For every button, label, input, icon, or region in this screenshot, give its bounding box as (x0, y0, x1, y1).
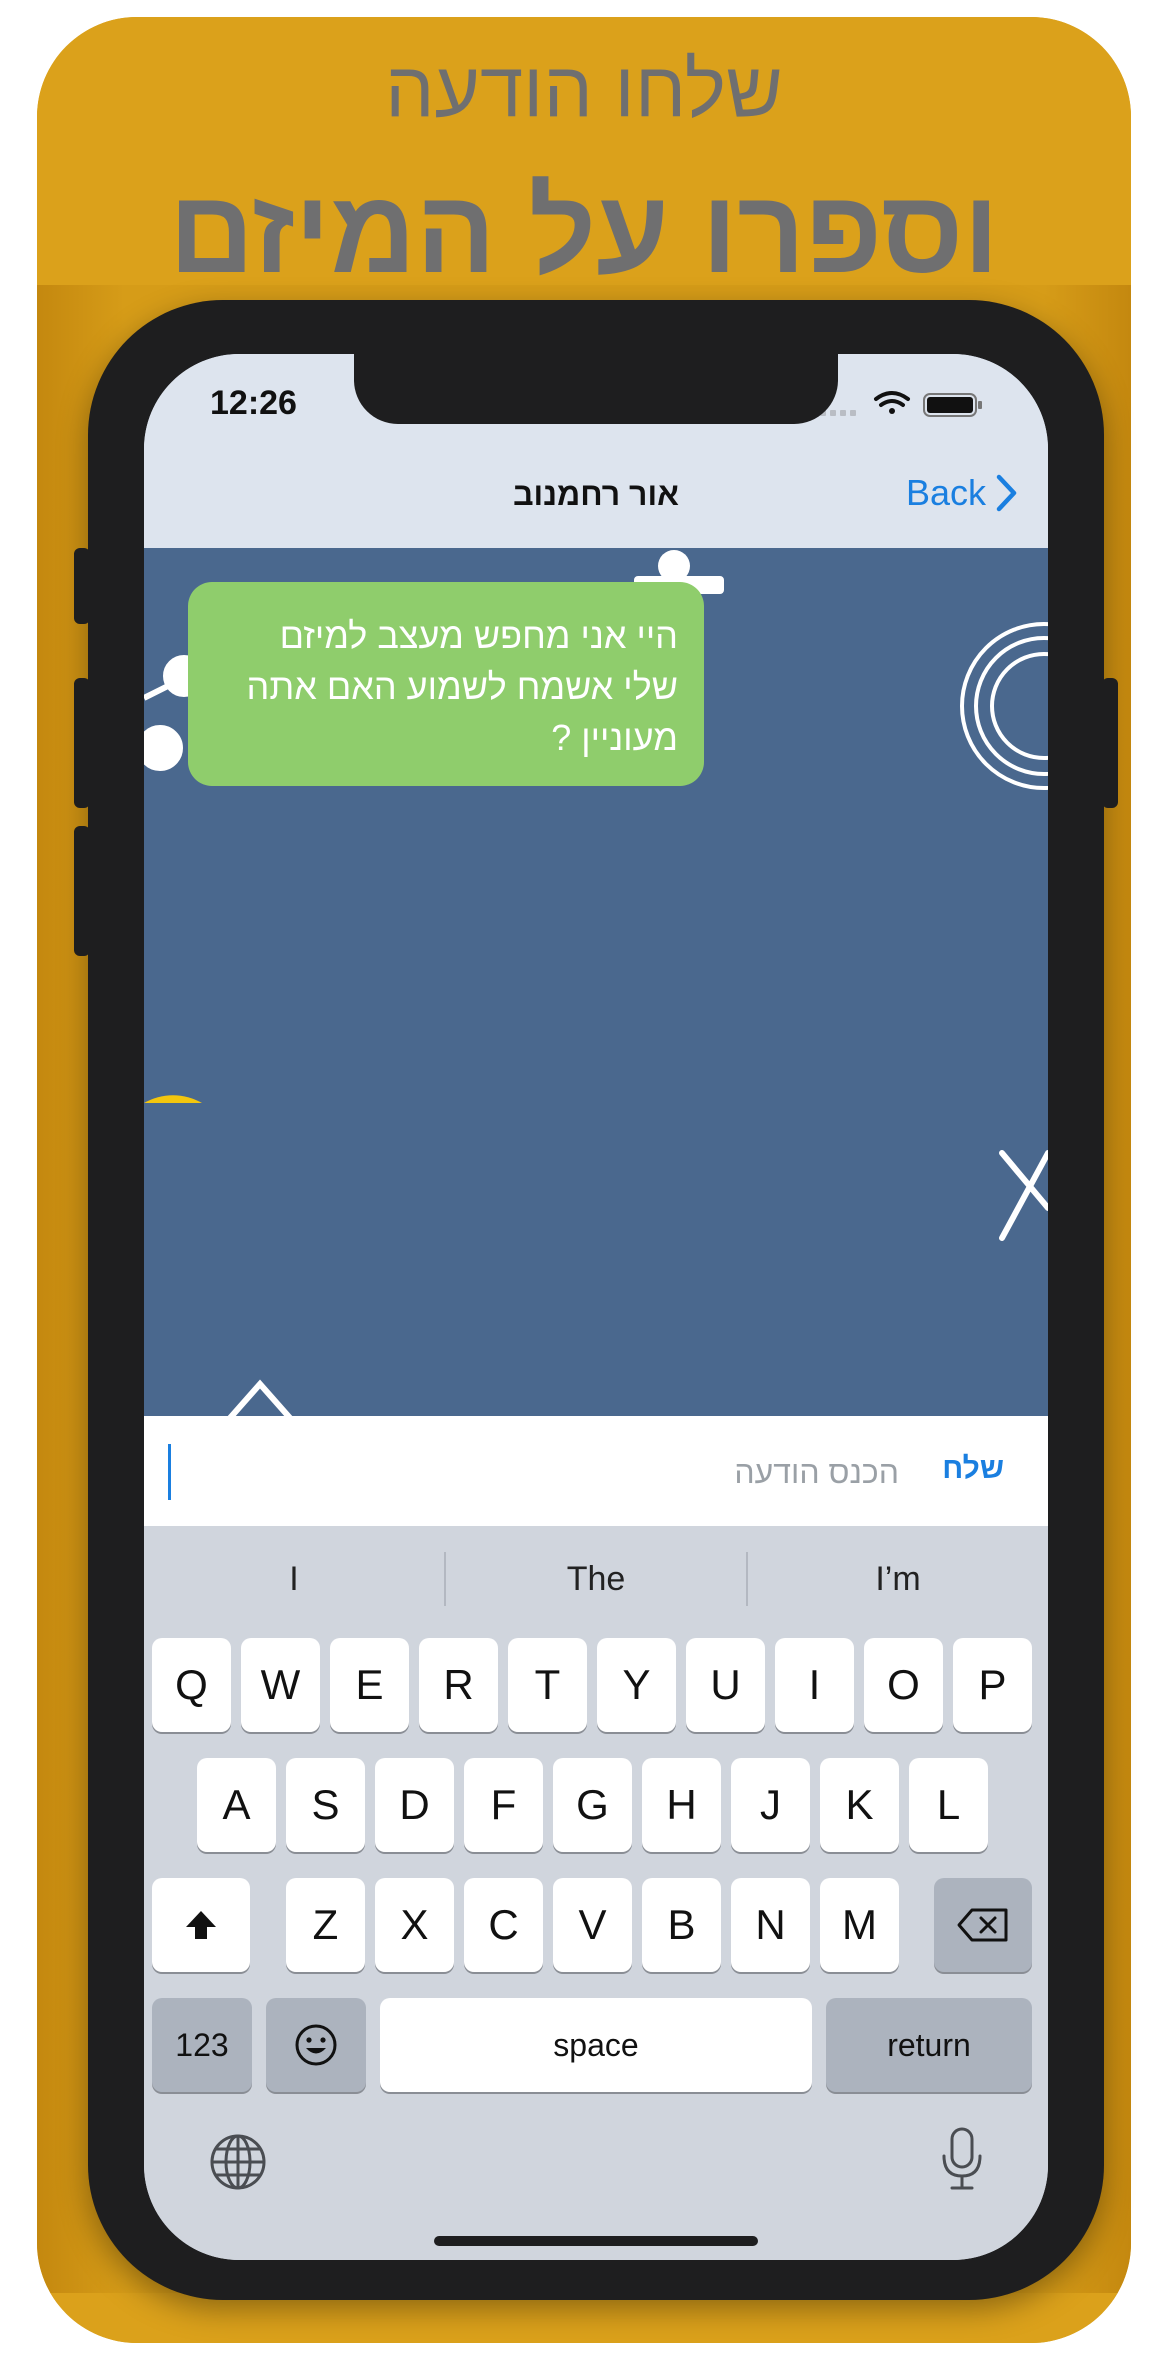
globe-icon (210, 2134, 266, 2190)
mute-switch (74, 548, 90, 624)
key-l[interactable]: L (909, 1758, 988, 1852)
key-t[interactable]: T (508, 1638, 587, 1732)
status-time: 12:26 (210, 384, 297, 422)
chevron-right-icon (996, 474, 1017, 512)
key-v[interactable]: V (553, 1878, 632, 1972)
key-o[interactable]: O (864, 1638, 943, 1732)
status-icons (820, 391, 982, 417)
back-label: Back (905, 472, 986, 513)
shift-key[interactable] (152, 1878, 250, 1972)
key-g[interactable]: G (553, 1758, 632, 1852)
phone-frame: 12:26 אור רחמנוב Back היי אני מחפש מעצב … (74, 300, 1118, 2300)
decorative-half-circle-icon (144, 1095, 202, 1103)
key-f[interactable]: F (464, 1758, 543, 1852)
decorative-rings-icon (960, 622, 1048, 790)
space-key[interactable]: space (380, 1998, 812, 2092)
key-a[interactable]: A (197, 1758, 276, 1852)
key-b[interactable]: B (642, 1878, 721, 1972)
promo-headline-line2: וספרו על המיזם (168, 166, 1000, 298)
device-notch (354, 354, 838, 424)
cellular-signal-icon (820, 410, 856, 416)
decorative-triangle-icon (227, 1379, 293, 1416)
key-d[interactable]: D (375, 1758, 454, 1852)
message-text: היי אני מחפש מעצב למיזם שלי אשמח לשמוע ה… (246, 615, 678, 758)
key-w[interactable]: W (241, 1638, 320, 1732)
return-key[interactable]: return (826, 1998, 1032, 2092)
key-n[interactable]: N (731, 1878, 810, 1972)
home-indicator[interactable] (434, 2236, 758, 2246)
emoji-key[interactable] (266, 1998, 366, 2092)
suggestion-1[interactable]: I (144, 1542, 444, 1616)
key-i[interactable]: I (775, 1638, 854, 1732)
delete-key[interactable] (934, 1878, 1032, 1972)
key-z[interactable]: Z (286, 1878, 365, 1972)
key-u[interactable]: U (686, 1638, 765, 1732)
key-y[interactable]: Y (597, 1638, 676, 1732)
key-q[interactable]: Q (152, 1638, 231, 1732)
key-p[interactable]: P (953, 1638, 1032, 1732)
message-bubble[interactable]: היי אני מחפש מעצב למיזם שלי אשמח לשמוע ה… (188, 582, 704, 786)
key-x[interactable]: X (375, 1878, 454, 1972)
decorative-cross-icon (999, 1150, 1048, 1241)
key-j[interactable]: J (731, 1758, 810, 1852)
message-composer: שלח (144, 1416, 1048, 1526)
key-s[interactable]: S (286, 1758, 365, 1852)
phone-screen: 12:26 אור רחמנוב Back היי אני מחפש מעצב … (144, 354, 1048, 2260)
key-k[interactable]: K (820, 1758, 899, 1852)
shift-icon (186, 1911, 216, 1939)
keyboard: I The I’m Q W E R T Y U I O P A S D F G … (144, 1526, 1048, 2260)
suggestion-2[interactable]: The (446, 1542, 746, 1616)
power-button (1102, 678, 1118, 808)
message-input[interactable] (168, 1444, 899, 1500)
backspace-icon (957, 1908, 1008, 1942)
suggestion-3[interactable]: I’m (748, 1542, 1048, 1616)
volume-up-button (74, 678, 90, 808)
back-button[interactable]: Back (906, 468, 1018, 518)
numbers-key[interactable]: 123 (152, 1998, 252, 2092)
emoji-icon (295, 2024, 337, 2066)
key-m[interactable]: M (820, 1878, 899, 1972)
chat-area: היי אני מחפש מעצב למיזם שלי אשמח לשמוע ה… (144, 548, 1048, 1416)
key-e[interactable]: E (330, 1638, 409, 1732)
key-h[interactable]: H (642, 1758, 721, 1852)
microphone-icon (942, 2127, 982, 2190)
key-c[interactable]: C (464, 1878, 543, 1972)
send-button[interactable]: שלח (942, 1452, 1004, 1486)
globe-button[interactable] (208, 2132, 268, 2192)
volume-down-button (74, 826, 90, 956)
microphone-button[interactable] (940, 2126, 984, 2192)
battery-icon (923, 393, 982, 417)
promo-footer-band (37, 2293, 1131, 2343)
wifi-icon (874, 391, 910, 414)
promo-headline-line1: שלחו הודעה (385, 45, 783, 133)
key-r[interactable]: R (419, 1638, 498, 1732)
